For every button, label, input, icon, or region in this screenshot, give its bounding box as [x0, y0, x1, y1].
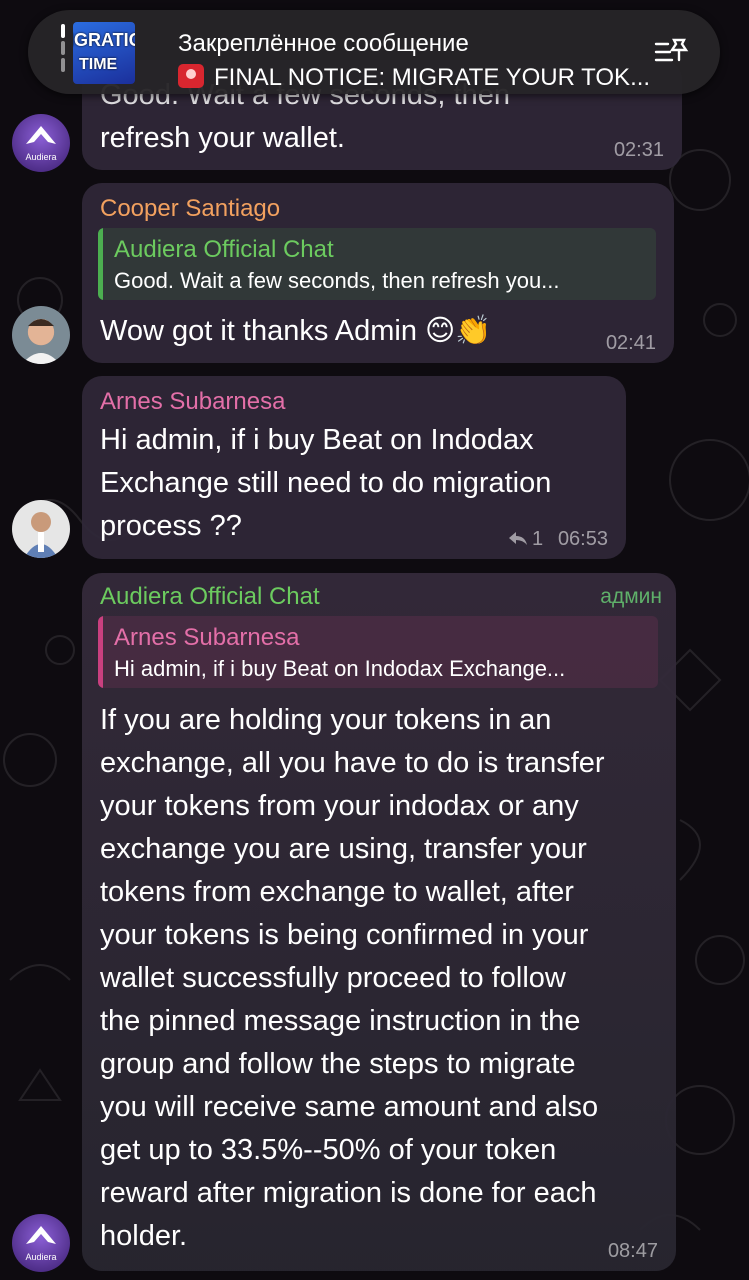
- pinned-indicator: [61, 24, 65, 80]
- reply-name: Arnes Subarnesa: [114, 624, 300, 651]
- reply-count[interactable]: 1: [532, 528, 543, 551]
- pinned-message-bar[interactable]: IGRATIO TIME Закреплённое сообщение FINA…: [28, 10, 720, 94]
- avatar-audiera-icon: Audiera: [25, 126, 57, 162]
- reply-bar: [98, 228, 103, 300]
- message-bubble-4[interactable]: Audiera Official Chat админ Arnes Subarn…: [82, 573, 676, 1271]
- message-time: 02:31: [613, 139, 664, 161]
- message-bubble-3[interactable]: Arnes Subarnesa Hi admin, if i buy Beat …: [82, 376, 626, 559]
- reply-quote[interactable]: Arnes Subarnesa Hi admin, if i buy Beat …: [98, 616, 658, 688]
- pinned-thumb-text-2: TIME: [79, 56, 118, 73]
- reply-name: Audiera Official Chat: [114, 236, 334, 263]
- message-text: Hi admin, if i buy Beat on Indodax Excha…: [100, 424, 552, 542]
- pinned-list-icon[interactable]: [654, 36, 690, 68]
- reply-text: Hi admin, if i buy Beat on Indodax Excha…: [114, 656, 566, 681]
- reply-bar: [98, 616, 103, 688]
- reply-arrow-icon: [509, 532, 527, 545]
- message-time: 06:53: [557, 528, 608, 550]
- siren-icon: [178, 64, 204, 88]
- pinned-thumb-text-1: IGRATIO: [73, 30, 135, 50]
- message-time: 08:47: [607, 1240, 658, 1262]
- reply-text: Good. Wait a few seconds, then refresh y…: [114, 268, 560, 293]
- pinned-message-text: FINAL NOTICE: MIGRATE YOUR TOK...: [214, 64, 651, 91]
- sender-name[interactable]: Arnes Subarnesa: [100, 388, 285, 416]
- message-bubble-2[interactable]: Cooper Santiago Audiera Official Chat Go…: [82, 183, 674, 363]
- sender-name[interactable]: Cooper Santiago: [100, 195, 280, 223]
- avatar-cooper-santiago[interactable]: [12, 306, 70, 364]
- message-text: Wow got it thanks Admin 😊👏: [100, 315, 492, 347]
- pinned-title: Закреплённое сообщение: [178, 30, 469, 57]
- message-text: refresh your wallet.: [100, 122, 345, 154]
- avatar-arnes-subarnesa[interactable]: [12, 500, 70, 558]
- admin-badge: админ: [600, 585, 662, 608]
- pinned-thumbnail: IGRATIO TIME: [73, 22, 135, 84]
- avatar-audiera-icon: Audiera: [25, 1226, 57, 1262]
- message-time: 02:41: [605, 332, 656, 354]
- reply-quote[interactable]: Audiera Official Chat Good. Wait a few s…: [98, 228, 656, 300]
- avatar-audiera[interactable]: Audiera: [12, 1214, 70, 1272]
- pinned-message-preview: FINAL NOTICE: MIGRATE YOUR TOK...: [178, 64, 650, 92]
- avatar-logo-text: Audiera: [25, 1252, 56, 1262]
- sender-name[interactable]: Audiera Official Chat: [100, 583, 320, 611]
- message-text: If you are holding your tokens in an exc…: [100, 704, 605, 1252]
- avatar-audiera[interactable]: Audiera: [12, 114, 70, 172]
- avatar-logo-text: Audiera: [25, 152, 56, 162]
